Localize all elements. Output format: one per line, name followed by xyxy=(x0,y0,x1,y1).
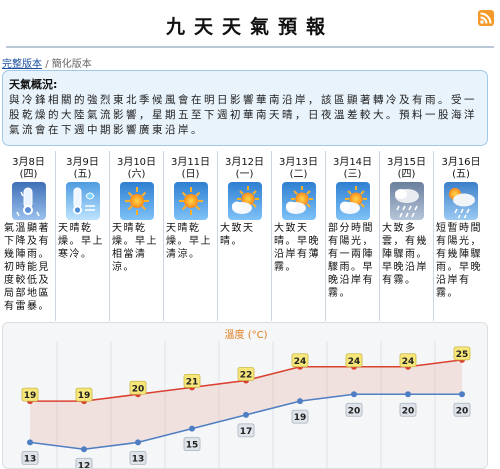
forecast-day: 3月15日 (四) 大致多雲，有幾陣驟雨。早晚沿岸有霧。 xyxy=(380,151,434,321)
sunny-periods-icon xyxy=(227,182,262,220)
data-label: 13 xyxy=(24,454,37,464)
day-description: 大致天晴。 xyxy=(220,223,255,247)
series-point xyxy=(189,425,195,432)
series-point xyxy=(135,439,141,446)
forecast-day: 3月16日 (五) 短暫時間有陽光，有幾陣驟雨。早晚沿岸有霧。 xyxy=(434,151,488,321)
overview-text: 與冷鋒相關的強烈東北季候風會在明日影響華南沿岸，該區顯著轉冷及有雨。受一股乾燥的… xyxy=(9,94,477,136)
day-description: 部分時間有陽光，有一兩陣驟雨。早晚沿岸有霧。 xyxy=(328,223,374,299)
data-label: 15 xyxy=(186,441,199,451)
data-label: 13 xyxy=(132,454,145,464)
day-description: 天晴乾燥。早上清涼。 xyxy=(166,223,212,260)
data-label: 17 xyxy=(240,427,253,437)
forecast-day: 3月9日 (五) 天晴乾燥。早上寒冷。 xyxy=(56,151,110,321)
rss-icon[interactable] xyxy=(478,10,494,26)
page-title: 九天天氣預報 xyxy=(165,16,334,38)
forecast-day: 3月8日 (四) 氣溫顯著下降及有幾陣雨。初時能見度較低及局部地區有雷暴。 xyxy=(2,151,56,321)
overview-heading: 天氣概況: xyxy=(9,78,58,91)
data-label: 22 xyxy=(240,371,253,381)
forecast-day: 3月14日 (三) 部分時間有陽光，有一兩陣驟雨。早晚沿岸有霧。 xyxy=(326,151,380,321)
day-date: 3月11日 xyxy=(170,157,211,168)
day-date: 3月13日 xyxy=(278,157,319,168)
day-description: 短暫時間有陽光，有幾陣驟雨。早晚沿岸有霧。 xyxy=(436,223,482,299)
day-description: 天晴乾燥。早上相當清涼。 xyxy=(112,223,158,273)
cold-rain-icon xyxy=(11,182,46,220)
data-label: 19 xyxy=(294,413,307,423)
day-description: 氣溫顯著下降及有幾陣雨。初時能見度較低及局部地區有雷暴。 xyxy=(4,223,50,312)
series-point xyxy=(297,398,303,405)
data-label: 25 xyxy=(456,350,469,360)
data-label: 24 xyxy=(294,357,307,367)
showers-icon xyxy=(389,182,424,220)
data-label: 20 xyxy=(456,406,469,416)
forecast-day: 3月12日 (一) 大致天晴。 xyxy=(218,151,272,321)
data-label: 20 xyxy=(348,406,361,416)
day-weekday: (五) xyxy=(73,169,92,180)
data-label: 21 xyxy=(186,377,199,387)
cold-dry-icon xyxy=(65,182,100,220)
day-date: 3月14日 xyxy=(332,157,373,168)
day-description: 大致天晴。早晚沿岸有薄霧。 xyxy=(274,223,320,273)
day-date: 3月16日 xyxy=(441,157,481,168)
weather-overview-panel: 天氣概況: 與冷鋒相關的強烈東北季候風會在明日影響華南沿岸，該區顯著轉冷及有雨。… xyxy=(2,70,488,146)
day-description: 天晴乾燥。早上寒冷。 xyxy=(58,223,104,260)
day-weekday: (四) xyxy=(19,169,38,180)
data-label: 20 xyxy=(132,384,145,394)
sunny-showers-icon xyxy=(444,182,478,220)
day-date: 3月15日 xyxy=(386,157,427,168)
temperature-chart-svg: 19 19 20 21 22 24 24 24 25 13 12 13 15 17 19 20 20 20 xyxy=(21,341,471,469)
data-label: 24 xyxy=(402,357,415,367)
series-point xyxy=(27,439,33,446)
data-label: 24 xyxy=(348,357,361,367)
title-divider xyxy=(6,46,494,48)
day-date: 3月12日 xyxy=(224,157,265,168)
series-point xyxy=(459,391,465,398)
version-switcher: 完整版本 / 簡化版本 xyxy=(2,55,92,70)
simple-version-link[interactable]: 簡化版本 xyxy=(52,59,92,70)
day-date: 3月9日 xyxy=(66,157,99,168)
day-description: 大致多雲，有幾陣驟雨。早晚沿岸有霧。 xyxy=(382,223,428,286)
forecast-day: 3月13日 (二) 大致天晴。早晚沿岸有薄霧。 xyxy=(272,151,326,321)
data-label: 19 xyxy=(24,391,37,401)
forecast-day: 3月10日 (六) 天晴乾燥。早上相當清涼。 xyxy=(110,151,164,321)
series-point xyxy=(405,391,411,398)
series-point xyxy=(81,446,87,453)
data-label: 20 xyxy=(402,406,415,416)
version-separator: / xyxy=(45,59,49,70)
series-point xyxy=(351,391,357,398)
sunny-periods-icon xyxy=(335,182,370,220)
sunny-icon xyxy=(119,182,154,220)
forecast-table: 3月8日 (四) 氣溫顯著下降及有幾陣雨。初時能見度較低及局部地區有雷暴。 3月9日(… xyxy=(2,151,488,321)
series-point xyxy=(243,411,249,418)
data-label: 19 xyxy=(78,391,91,401)
data-label: 12 xyxy=(78,461,91,469)
sunny-periods-icon xyxy=(281,182,316,220)
day-date: 3月10日 xyxy=(116,157,157,168)
full-version-link[interactable]: 完整版本 xyxy=(2,59,42,70)
forecast-day: 3月11日 (日) 天晴乾燥。早上清涼。 xyxy=(164,151,218,321)
sunny-icon xyxy=(173,182,208,220)
day-date: 3月8日 xyxy=(12,157,45,168)
temperature-chart: 溫度 (°C) 19 19 20 21 22 24 24 24 25 13 12 13 15 17 19 20… xyxy=(2,322,488,469)
